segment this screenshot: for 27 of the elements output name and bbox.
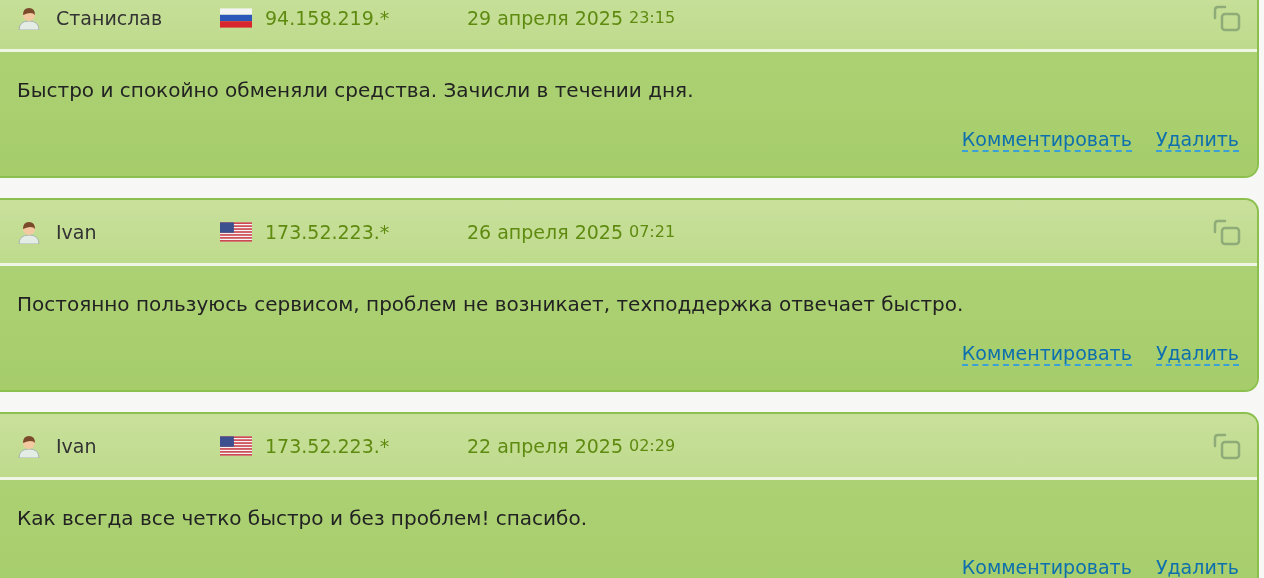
review-text: Постоянно пользуюсь сервисом, проблем не возникает, техподдержка отвечает быстро. (17, 292, 965, 316)
author-name: Станислав (56, 6, 164, 29)
author-name: Ivan (56, 434, 98, 457)
user-icon (17, 5, 41, 30)
flag-icon (220, 7, 252, 28)
action-link[interactable]: Удалить (1155, 557, 1239, 578)
flag-icon (220, 221, 252, 242)
review-date: 29 апреля 2025 (467, 6, 623, 29)
ip-address: 94.158.219.* (265, 6, 391, 29)
action-link[interactable]: Комментировать (961, 343, 1132, 366)
ip-address: 173.52.223.* (265, 434, 391, 457)
review-time: 23:15 (629, 8, 676, 27)
review-time: 07:21 (629, 222, 676, 241)
review-text: Быстро и спокойно обменяли средства. Зачисли в течении дня. (17, 78, 695, 102)
user-icon (17, 219, 41, 244)
review-time: 02:29 (629, 436, 676, 455)
review-date: 22 апреля 2025 (467, 434, 623, 457)
review-text: Как всегда все четко быстро и без проблем! спасибо. (17, 506, 588, 530)
action-link[interactable]: Удалить (1155, 129, 1239, 152)
ip-address: 173.52.223.* (265, 220, 391, 243)
review-date: 26 апреля 2025 (467, 220, 623, 243)
action-link[interactable]: Комментировать (961, 129, 1132, 152)
author-name: Ivan (56, 220, 98, 243)
flag-icon (220, 435, 252, 456)
user-icon (17, 433, 41, 458)
action-link[interactable]: Удалить (1155, 343, 1239, 366)
action-link[interactable]: Комментировать (961, 557, 1132, 578)
